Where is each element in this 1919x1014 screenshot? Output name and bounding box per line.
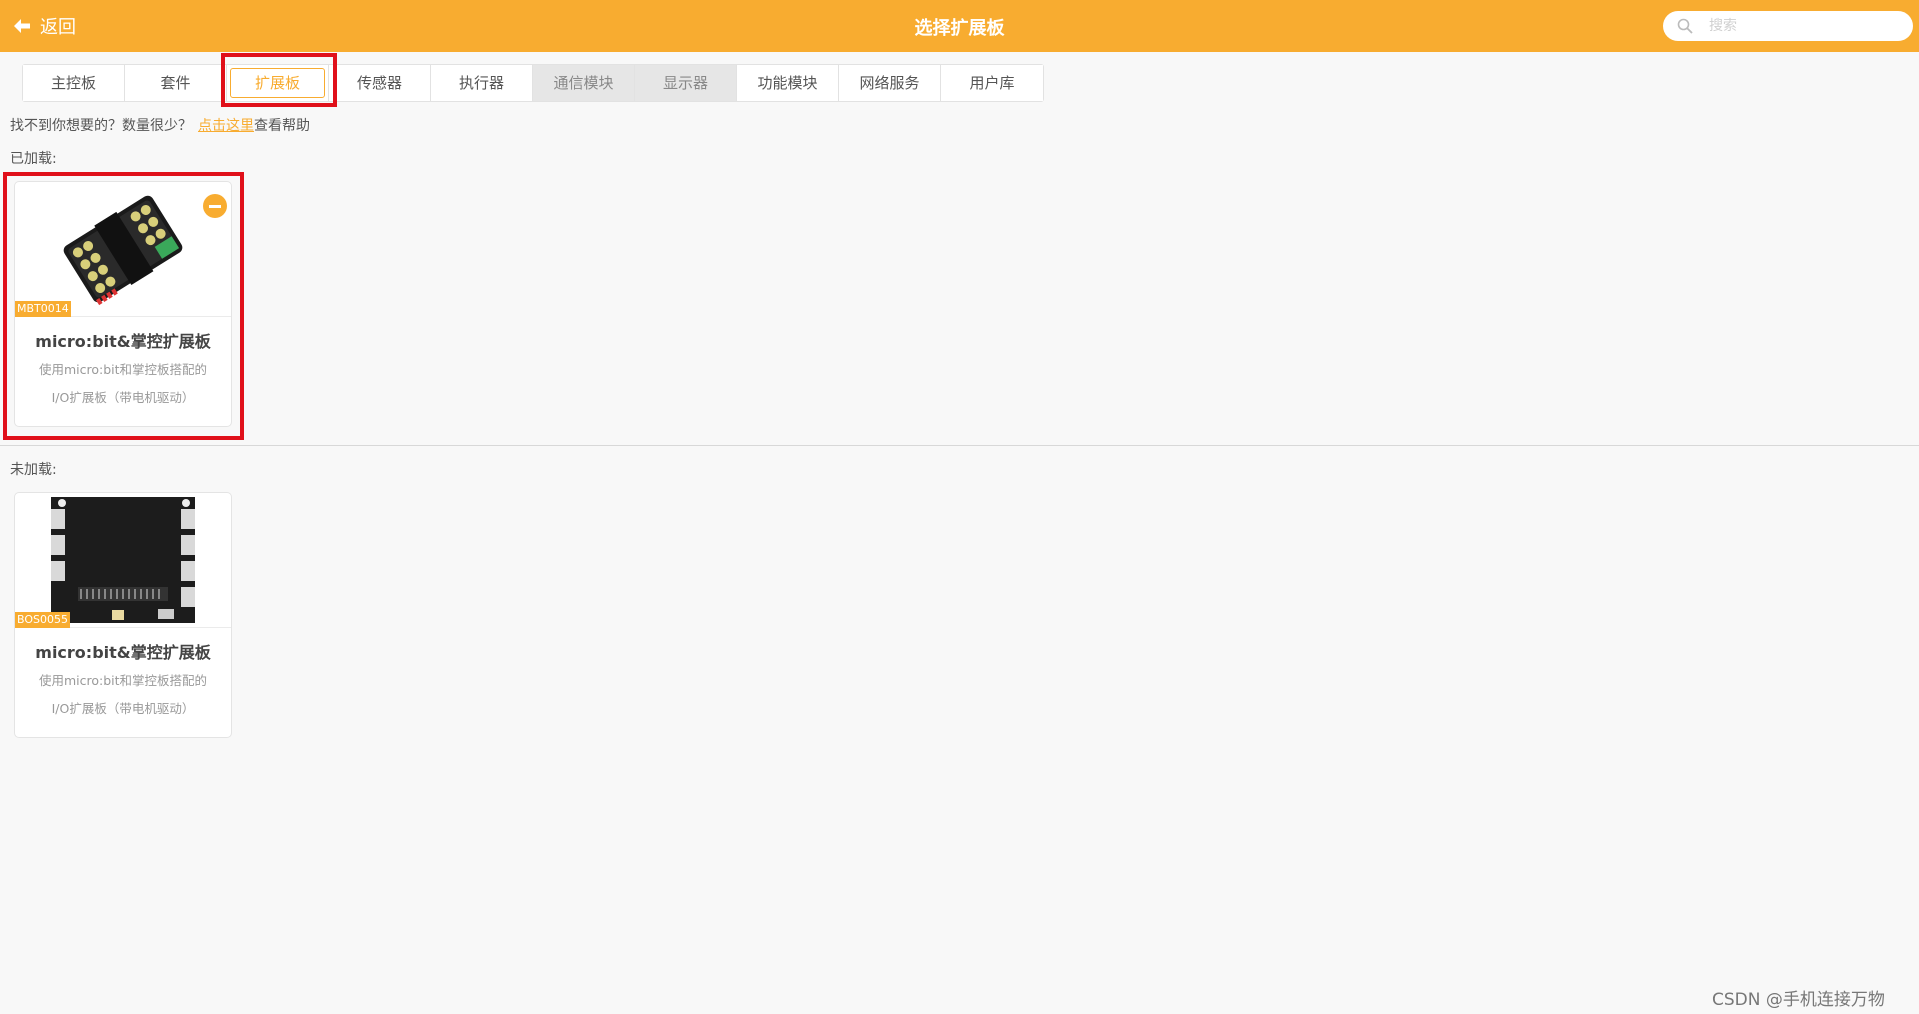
search-input[interactable] bbox=[1707, 17, 1911, 35]
board-card[interactable]: BOS0055 micro:bit&掌控扩展板 使用micro:bit和掌控板搭… bbox=[14, 492, 232, 738]
description-line: 使用micro:bit和掌控板搭配的 bbox=[38, 673, 208, 688]
search-box[interactable] bbox=[1663, 11, 1913, 41]
tab-label: 通信模块 bbox=[553, 74, 614, 92]
loaded-section-label: 已加载: bbox=[10, 151, 57, 167]
category-tabs: 主控板 套件 扩展板 传感器 执行器 通信模块 显示器 功能模块 网络服务 用户… bbox=[22, 64, 1044, 102]
watermark: CSDN @手机连接万物 bbox=[1712, 990, 1885, 1010]
tab-communication[interactable]: 通信模块 bbox=[533, 65, 635, 101]
section-divider bbox=[0, 445, 1919, 446]
tab-label: 套件 bbox=[160, 74, 191, 92]
board-image bbox=[15, 493, 231, 627]
help-prefix: 找不到你想要的？数量很少？ bbox=[10, 118, 192, 134]
not-loaded-section-label: 未加载: bbox=[10, 462, 57, 478]
tab-sensor[interactable]: 传感器 bbox=[329, 65, 431, 101]
tab-display[interactable]: 显示器 bbox=[635, 65, 737, 101]
highlight-box-tab bbox=[221, 53, 337, 107]
tab-label: 传感器 bbox=[356, 74, 402, 92]
product-code-badge: BOS0055 bbox=[15, 612, 70, 628]
tab-label: 显示器 bbox=[662, 74, 708, 92]
tab-user-library[interactable]: 用户库 bbox=[941, 65, 1043, 101]
tab-label: 执行器 bbox=[458, 74, 504, 92]
top-bar: 返回 选择扩展板 bbox=[0, 0, 1919, 52]
tab-actuator[interactable]: 执行器 bbox=[431, 65, 533, 101]
help-suffix: 查看帮助 bbox=[254, 118, 310, 134]
help-text: 找不到你想要的？数量很少？ 点击这里查看帮助 bbox=[10, 115, 310, 135]
tab-kit[interactable]: 套件 bbox=[125, 65, 227, 101]
tab-label: 功能模块 bbox=[757, 74, 818, 92]
tab-function-module[interactable]: 功能模块 bbox=[737, 65, 839, 101]
help-link[interactable]: 点击这里 bbox=[198, 118, 254, 134]
tab-label: 主控板 bbox=[50, 74, 96, 92]
highlight-box-card bbox=[3, 172, 244, 440]
tab-label: 用户库 bbox=[969, 74, 1015, 92]
board-description: 使用micro:bit和掌控板搭配的 I/O扩展板（带电机驱动） bbox=[25, 667, 221, 723]
tab-network-service[interactable]: 网络服务 bbox=[839, 65, 941, 101]
expansion-board-image bbox=[51, 497, 195, 623]
tab-label: 网络服务 bbox=[859, 74, 920, 92]
tab-main-board[interactable]: 主控板 bbox=[23, 65, 125, 101]
page-title: 选择扩展板 bbox=[914, 18, 1005, 39]
search-icon bbox=[1677, 18, 1693, 34]
description-line: I/O扩展板（带电机驱动） bbox=[51, 701, 195, 716]
board-name: micro:bit&掌控扩展板 bbox=[35, 643, 211, 662]
